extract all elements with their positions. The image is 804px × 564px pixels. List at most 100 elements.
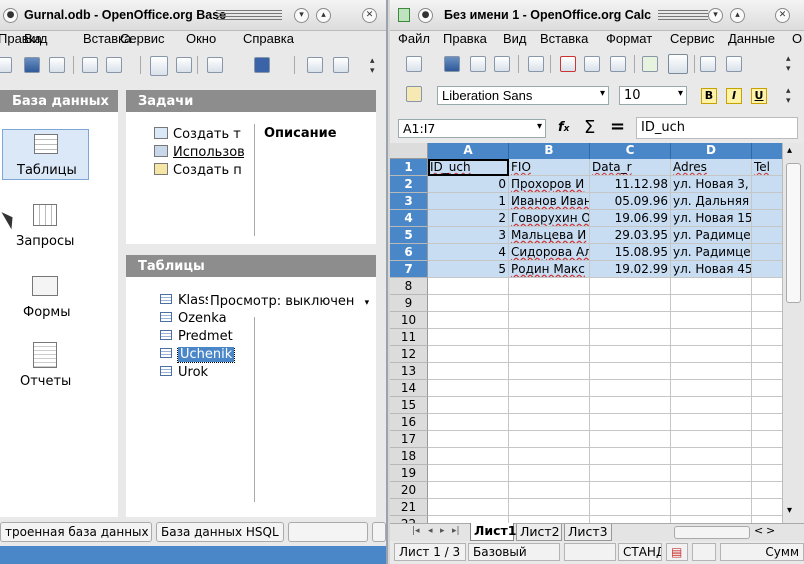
copy-icon[interactable]	[726, 56, 742, 72]
function-wizard-icon[interactable]: fx	[558, 120, 569, 135]
cell[interactable]	[590, 312, 671, 329]
report-icon[interactable]	[333, 57, 349, 73]
row-header[interactable]: 13	[390, 363, 428, 380]
equals-icon[interactable]: =	[610, 116, 625, 137]
cell[interactable]	[671, 482, 752, 499]
table-item[interactable]: Predmet	[160, 329, 240, 347]
row-header[interactable]: 14	[390, 380, 428, 397]
menu-insert[interactable]: Вставка	[540, 31, 588, 46]
cell[interactable]	[671, 363, 752, 380]
calc-titlebar[interactable]: ● Без имени 1 - OpenOffice.org Calc ▾ ▴ …	[390, 0, 804, 31]
cell[interactable]: Говорухин О	[509, 210, 590, 227]
cell[interactable]: 19.02.99	[590, 261, 671, 278]
sheet-tab-2[interactable]: Лист2	[516, 524, 562, 541]
cell[interactable]	[509, 278, 590, 295]
cut-icon[interactable]	[700, 56, 716, 72]
row-header[interactable]: 16	[390, 414, 428, 431]
preview-dropdown[interactable]: Просмотр: выключен ▾	[208, 294, 372, 309]
cell[interactable]: 3	[428, 227, 509, 244]
cell[interactable]: Сидорова Ал	[509, 244, 590, 261]
row-header[interactable]: 4	[390, 210, 428, 227]
cell[interactable]	[671, 312, 752, 329]
cell[interactable]	[590, 346, 671, 363]
cell[interactable]: 5	[428, 261, 509, 278]
cell[interactable]	[671, 380, 752, 397]
menu-tools[interactable]: Сервис	[120, 31, 165, 46]
cell[interactable]	[509, 414, 590, 431]
close-icon[interactable]: ✕	[775, 8, 790, 23]
cell[interactable]: Родин Макс	[509, 261, 590, 278]
cell[interactable]	[428, 465, 509, 482]
font-name-select[interactable]: Liberation Sans ▾	[437, 86, 609, 105]
cell[interactable]	[428, 295, 509, 312]
menu-view[interactable]: Вид	[24, 31, 48, 46]
cell[interactable]: 2	[428, 210, 509, 227]
row-header[interactable]: 17	[390, 431, 428, 448]
toolbar-overflow-icon[interactable]: ▴ ▾	[786, 86, 791, 106]
cell[interactable]	[590, 380, 671, 397]
menu-window[interactable]: Окно	[186, 31, 216, 46]
window-menu-icon[interactable]: ●	[3, 8, 18, 23]
cell[interactable]	[428, 346, 509, 363]
cell[interactable]	[590, 278, 671, 295]
vertical-scrollbar[interactable]: ▴ ▾	[782, 143, 804, 523]
status-mode[interactable]: СТАНД	[618, 543, 662, 561]
styles-icon[interactable]	[406, 86, 422, 102]
db-item-forms[interactable]: Формы	[2, 272, 89, 327]
menu-view[interactable]: Вид	[503, 31, 527, 46]
tab-nav-last-icon[interactable]: ▸|	[452, 526, 460, 536]
formula-input[interactable]: ID_uch	[636, 117, 798, 139]
cell[interactable]: Прохоров И	[509, 176, 590, 193]
preview-icon[interactable]	[610, 56, 626, 72]
cell[interactable]	[590, 363, 671, 380]
column-header[interactable]: A	[428, 143, 509, 159]
cell[interactable]	[428, 363, 509, 380]
cell[interactable]	[509, 516, 590, 523]
vertical-scroll-thumb[interactable]	[786, 163, 801, 303]
menu-file[interactable]: Файл	[398, 31, 430, 46]
cell[interactable]	[428, 397, 509, 414]
row-header[interactable]: 18	[390, 448, 428, 465]
table-item[interactable]: Ozenka	[160, 311, 240, 329]
cell[interactable]	[590, 295, 671, 312]
italic-button[interactable]: I	[726, 88, 742, 104]
close-icon[interactable]: ✕	[362, 8, 377, 23]
cell[interactable]	[509, 448, 590, 465]
spellcheck-icon[interactable]	[642, 56, 658, 72]
cell[interactable]: ул. Новая 3,	[671, 176, 752, 193]
cell[interactable]	[509, 329, 590, 346]
db-item-reports[interactable]: Отчеты	[2, 340, 89, 395]
edit-file-icon[interactable]	[494, 56, 510, 72]
task-create-form[interactable]: Создать т	[154, 127, 244, 145]
cell[interactable]: Data_r	[590, 159, 671, 176]
cell[interactable]: 4	[428, 244, 509, 261]
cell[interactable]	[590, 499, 671, 516]
menu-window-cut[interactable]: О	[792, 31, 802, 46]
menu-tools[interactable]: Сервис	[670, 31, 715, 46]
column-header[interactable]: D	[671, 143, 752, 159]
cell[interactable]: ул. Новая 45	[671, 261, 752, 278]
row-header[interactable]: 1	[390, 159, 428, 176]
cell[interactable]	[428, 448, 509, 465]
shade-icon[interactable]: ▾	[294, 8, 309, 23]
calc-app-icon[interactable]	[398, 8, 410, 22]
dbtool-icon[interactable]	[307, 57, 323, 73]
row-header[interactable]: 2	[390, 176, 428, 193]
cell[interactable]	[509, 346, 590, 363]
cell[interactable]	[428, 380, 509, 397]
form-icon[interactable]	[207, 57, 223, 73]
cell[interactable]	[428, 431, 509, 448]
cell[interactable]: 1	[428, 193, 509, 210]
cell[interactable]	[590, 448, 671, 465]
name-box[interactable]: A1:I7 ▾	[398, 119, 546, 138]
cell[interactable]	[509, 312, 590, 329]
row-header[interactable]: 10	[390, 312, 428, 329]
cell[interactable]	[671, 431, 752, 448]
cell[interactable]: ул. Радимце	[671, 227, 752, 244]
cell[interactable]	[590, 414, 671, 431]
toolbar-overflow-icon[interactable]: ▴ ▾	[786, 54, 791, 74]
select-all-corner[interactable]	[390, 143, 428, 159]
cell[interactable]: FIO	[509, 159, 590, 176]
status-page-style[interactable]: Базовый	[468, 543, 560, 561]
cell[interactable]: ID_uch	[428, 159, 509, 176]
